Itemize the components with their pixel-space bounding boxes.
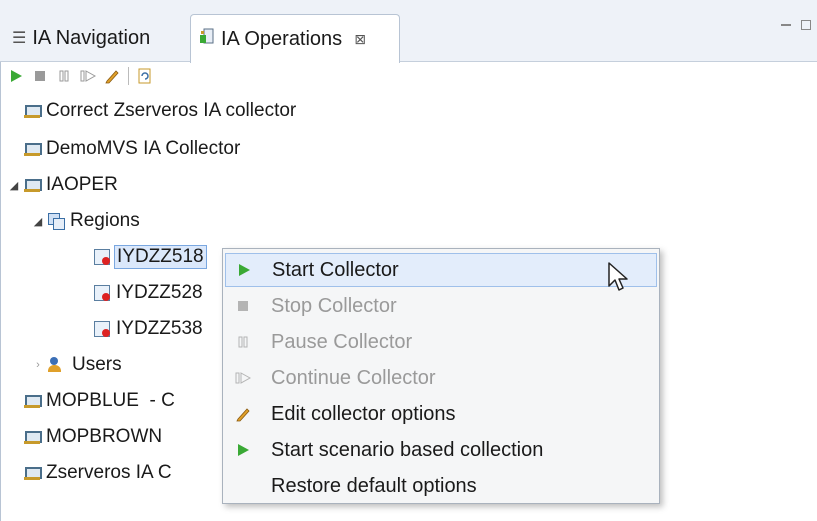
context-menu: Start Collector Stop Collector Pause Col… bbox=[222, 248, 660, 504]
play-icon bbox=[233, 443, 253, 457]
task-icon bbox=[94, 321, 110, 337]
menu-item-edit-collector-options[interactable]: Edit collector options bbox=[225, 397, 657, 431]
menu-item-start-collector[interactable]: Start Collector bbox=[225, 253, 657, 287]
continue-icon[interactable] bbox=[80, 68, 96, 84]
tree-item[interactable]: › Users bbox=[30, 350, 121, 380]
tab-label: IA Operations bbox=[221, 27, 343, 50]
tab-ia-navigation[interactable]: ☰ IA Navigation bbox=[4, 14, 190, 62]
continue-icon bbox=[233, 371, 253, 385]
window-controls bbox=[781, 20, 811, 30]
expand-arrow-icon[interactable]: › bbox=[30, 359, 46, 371]
stop-icon[interactable] bbox=[32, 68, 48, 84]
menu-item-start-scenario-collection[interactable]: Start scenario based collection bbox=[225, 433, 657, 467]
users-icon bbox=[48, 357, 66, 373]
navigation-icon: ☰ bbox=[12, 30, 27, 47]
pause-icon[interactable] bbox=[56, 68, 72, 84]
tree-item[interactable]: Zserveros IA C bbox=[24, 458, 172, 488]
tree-item[interactable]: MOPBROWN bbox=[24, 422, 162, 452]
view-toolbar bbox=[0, 62, 817, 90]
stop-icon bbox=[233, 299, 253, 313]
tree-item[interactable]: Correct Zserveros IA collector bbox=[24, 96, 296, 126]
pause-icon bbox=[233, 335, 253, 349]
mouse-cursor-icon bbox=[608, 262, 630, 297]
server-icon bbox=[24, 141, 42, 157]
collapse-arrow-icon[interactable]: ◢ bbox=[30, 215, 46, 228]
operations-icon bbox=[199, 27, 215, 51]
tab-label: IA Navigation bbox=[32, 26, 151, 49]
task-icon bbox=[94, 249, 110, 265]
server-icon bbox=[24, 429, 42, 445]
task-icon bbox=[94, 285, 110, 301]
tree-item[interactable]: MOPBLUE - C bbox=[24, 386, 175, 416]
panel-border bbox=[0, 62, 1, 521]
minimize-icon[interactable] bbox=[781, 24, 791, 27]
pencil-icon bbox=[233, 406, 253, 422]
tree-item[interactable]: ◢ Regions bbox=[30, 206, 140, 236]
tab-ia-operations[interactable]: IA Operations ⊠ bbox=[190, 14, 400, 63]
tree-item[interactable]: IYDZZ528 bbox=[94, 278, 203, 308]
server-icon bbox=[24, 103, 42, 119]
tree-item[interactable]: DemoMVS IA Collector bbox=[24, 134, 240, 164]
play-icon bbox=[234, 263, 254, 277]
restore-icon[interactable] bbox=[137, 68, 153, 84]
edit-icon[interactable] bbox=[104, 68, 120, 84]
region-icon bbox=[48, 213, 65, 230]
menu-item-restore-default-options[interactable]: Restore default options bbox=[225, 469, 657, 503]
start-icon[interactable] bbox=[8, 68, 24, 84]
tree-item[interactable]: ◢ IAOPER bbox=[6, 170, 118, 200]
menu-item-pause-collector[interactable]: Pause Collector bbox=[225, 325, 657, 359]
server-icon bbox=[24, 177, 42, 193]
tree-item[interactable]: IYDZZ538 bbox=[94, 314, 203, 344]
menu-item-stop-collector[interactable]: Stop Collector bbox=[225, 289, 657, 323]
maximize-icon[interactable] bbox=[801, 20, 811, 30]
server-icon bbox=[24, 393, 42, 409]
tree-item[interactable]: IYDZZ518 bbox=[94, 242, 207, 272]
menu-item-continue-collector[interactable]: Continue Collector bbox=[225, 361, 657, 395]
collapse-arrow-icon[interactable]: ◢ bbox=[6, 179, 22, 192]
close-icon[interactable]: ⊠ bbox=[354, 31, 366, 48]
server-icon bbox=[24, 465, 42, 481]
toolbar-separator bbox=[128, 67, 129, 85]
view-tab-bar: ☰ IA Navigation IA Operations ⊠ bbox=[0, 0, 817, 63]
